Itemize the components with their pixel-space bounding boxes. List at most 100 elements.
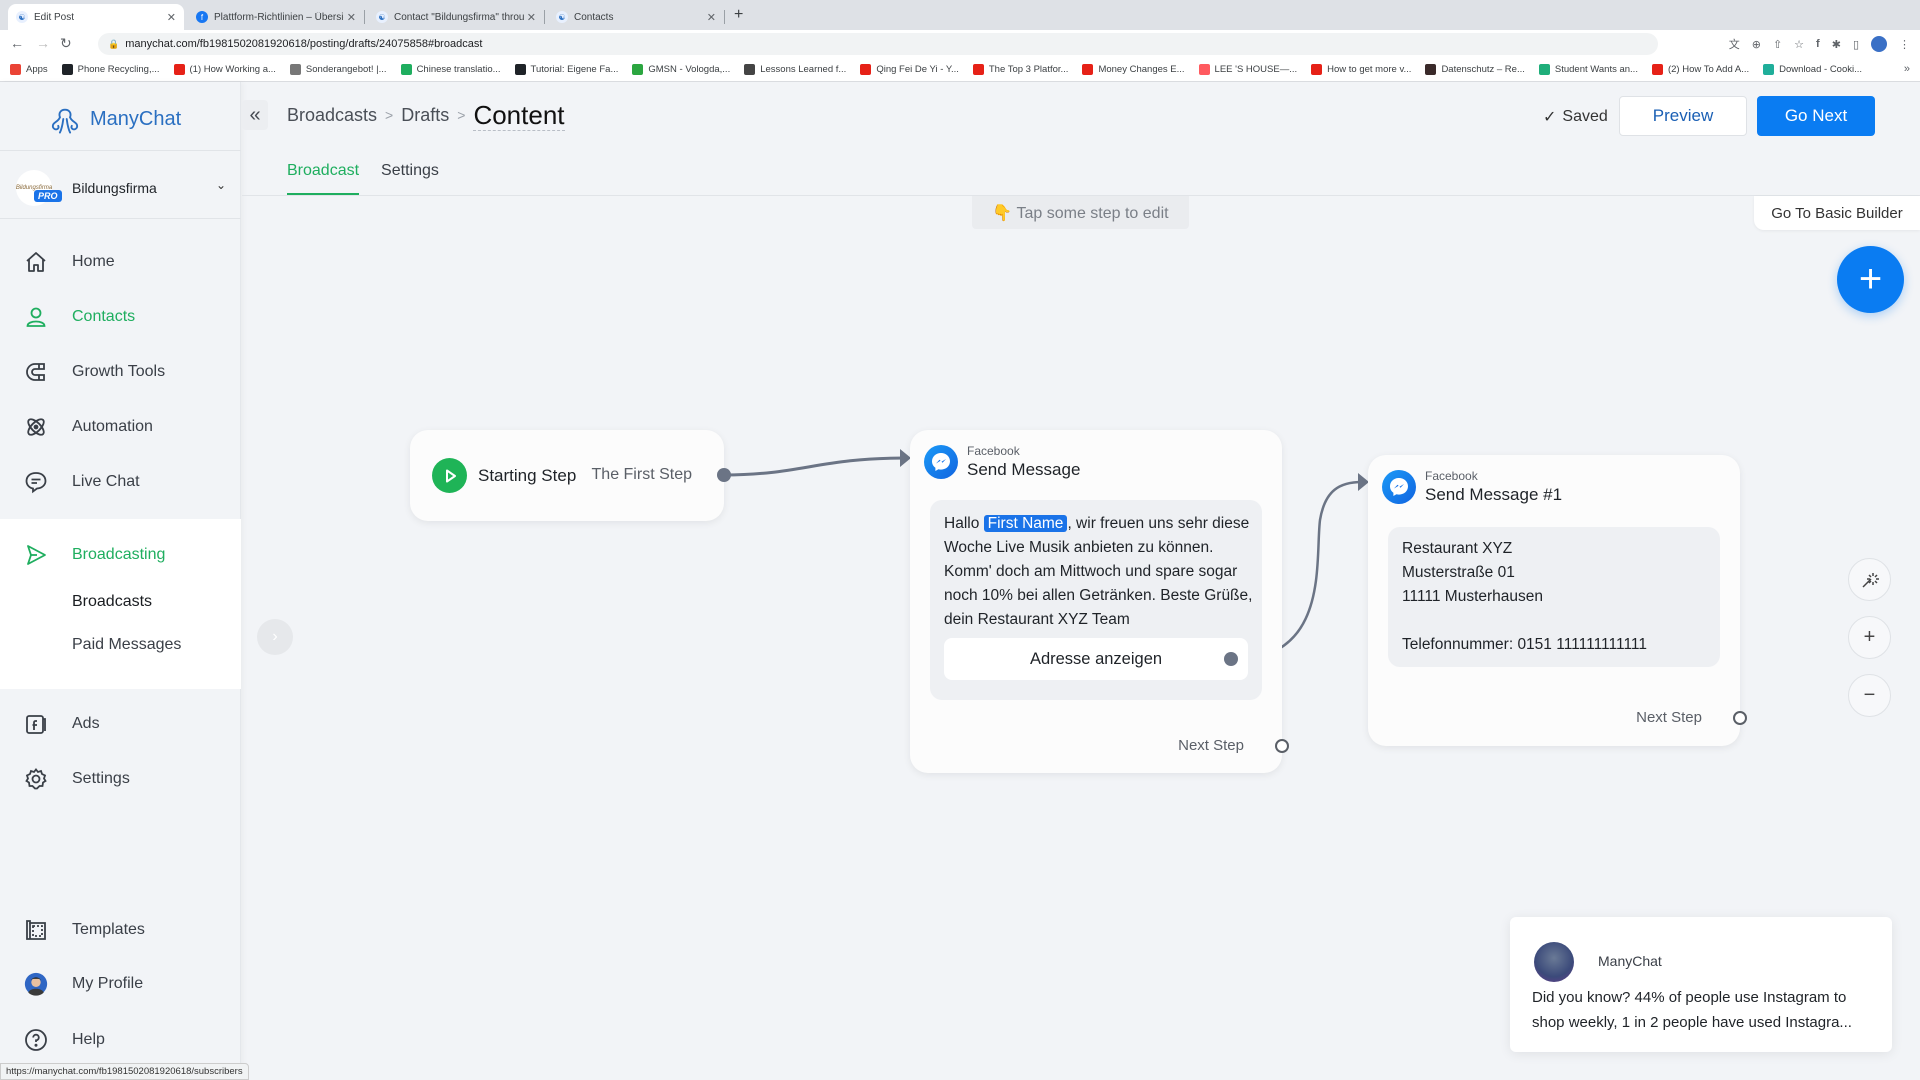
browser-tab-plattform-richtlinien[interactable]: f Plattform-Richtlinien – Übersic ✕ (188, 4, 365, 30)
go-next-button[interactable]: Go Next (1757, 96, 1875, 136)
bookmark-item[interactable]: Qing Fei De Yi - Y... (860, 64, 959, 75)
bookmark-item[interactable]: Tutorial: Eigene Fa... (514, 64, 618, 75)
help-icon (24, 1028, 48, 1052)
adresse-anzeigen-button[interactable]: Adresse anzeigen (944, 638, 1248, 680)
bookmark-item[interactable]: Phone Recycling,... (61, 64, 160, 75)
browser-tab-contact-bildungsfirma[interactable]: ☯ Contact "Bildungsfirma" throu ✕ (368, 4, 545, 30)
account-switcher[interactable]: Bildungsfirma PRO Bildungsfirma ⌄ (16, 168, 234, 208)
preview-button[interactable]: Preview (1619, 96, 1747, 136)
message-text-bubble[interactable]: Hallo First Name, wir freuen uns sehr di… (930, 500, 1262, 700)
sidebar-item-settings[interactable]: Settings (0, 759, 241, 799)
notification-popup[interactable]: ManyChat Did you know? 44% of people use… (1510, 917, 1892, 1052)
tab-broadcast[interactable]: Broadcast (287, 158, 360, 195)
close-tab-icon[interactable]: ✕ (527, 11, 536, 24)
manychat-logo[interactable]: ManyChat (48, 102, 181, 136)
sidebar-item-contacts[interactable]: Contacts (0, 297, 241, 337)
extensions-puzzle-icon[interactable]: ✱ (1832, 38, 1841, 51)
output-port[interactable] (717, 468, 731, 482)
bookmark-star-icon[interactable]: ☆ (1794, 38, 1804, 51)
message-text: Hallo First Name, wir freuen uns sehr di… (944, 512, 1254, 632)
sidebar-subitem-broadcasts[interactable]: Broadcasts (72, 593, 152, 611)
sidebar-item-templates[interactable]: Templates (0, 910, 241, 950)
bookmark-item[interactable]: (1) How Working a... (173, 64, 276, 75)
bookmark-item[interactable]: (2) How To Add A... (1651, 64, 1749, 75)
more-bookmarks-icon[interactable]: » (1904, 63, 1910, 75)
facebook-extension-icon[interactable]: f (1816, 38, 1820, 50)
sidebar-item-help[interactable]: Help (0, 1020, 241, 1060)
browser-profile-avatar[interactable] (1871, 36, 1887, 52)
back-icon[interactable]: ← (10, 35, 24, 51)
page-title[interactable]: Content (473, 100, 565, 131)
starting-step-node[interactable]: Starting Step The First Step (410, 430, 731, 521)
next-step-port[interactable] (1275, 739, 1289, 753)
chevron-down-icon: ⌄ (215, 178, 226, 192)
translate-icon[interactable]: 文 (1729, 36, 1740, 52)
next-step-port[interactable] (1733, 711, 1747, 725)
first-step-link[interactable]: The First Step (592, 466, 710, 484)
browser-tab-edit-post[interactable]: ☯ Edit Post ✕ (8, 4, 184, 30)
go-to-basic-builder-button[interactable]: Go To Basic Builder (1754, 196, 1920, 230)
saved-label: Saved (1562, 108, 1608, 125)
bookmark-item[interactable]: Sonderangebot! |... (289, 64, 387, 75)
zoom-out-button[interactable]: − (1848, 674, 1891, 717)
close-tab-icon[interactable]: ✕ (167, 11, 176, 24)
bookmark-item[interactable]: Datenschutz – Re... (1425, 64, 1525, 75)
button-output-port[interactable] (1224, 652, 1238, 666)
bookmark-item[interactable]: GMSN - Vologda,... (632, 64, 730, 75)
breadcrumb-broadcasts[interactable]: Broadcasts (287, 105, 377, 126)
browser-tab-contacts[interactable]: ☯ Contacts ✕ (548, 4, 725, 30)
close-tab-icon[interactable]: ✕ (707, 11, 716, 24)
message-platform: Facebook (967, 444, 1020, 458)
sidebar-item-label: Templates (72, 921, 145, 938)
zoom-icon[interactable]: ⊕ (1752, 38, 1761, 51)
forward-icon[interactable]: → (36, 35, 50, 51)
expand-panel-button[interactable]: › (257, 619, 293, 655)
bookmark-item[interactable]: Lessons Learned f... (744, 64, 846, 75)
notification-sender: ManyChat (1598, 953, 1662, 969)
bookmark-item[interactable]: Apps (10, 64, 48, 75)
bookmark-favicon-icon (1538, 64, 1550, 75)
send-message-node[interactable]: Facebook Send Message Hallo First Name, … (910, 430, 1289, 773)
share-icon[interactable]: ⇧ (1773, 38, 1782, 51)
bookmark-item[interactable]: Chinese translatio... (400, 64, 501, 75)
send-message-1-node[interactable]: Facebook Send Message #1 Restaurant XYZ … (1368, 455, 1747, 746)
add-step-button[interactable]: + (1837, 246, 1904, 313)
sidebar-item-my-profile[interactable]: My Profile (0, 964, 241, 1004)
browser-menu-icon[interactable]: ⋮ (1899, 38, 1910, 51)
bookmark-item[interactable]: How to get more v... (1311, 64, 1411, 75)
bookmark-item[interactable]: Student Wants an... (1538, 64, 1638, 75)
bookmark-favicon-icon (61, 64, 73, 75)
bookmark-label: Phone Recycling,... (77, 64, 160, 75)
sidebar-item-live-chat[interactable]: Live Chat (0, 462, 241, 502)
close-tab-icon[interactable]: ✕ (347, 11, 356, 24)
side-panel-icon[interactable]: ▯ (1853, 38, 1859, 51)
sidebar-item-growth-tools[interactable]: Growth Tools (0, 352, 241, 392)
bookmark-label: Money Changes E... (1098, 64, 1185, 75)
bookmark-item[interactable]: Download - Cooki... (1763, 64, 1862, 75)
breadcrumb-drafts[interactable]: Drafts (401, 105, 449, 126)
message-text-part: Hallo (944, 515, 984, 532)
connection-start-to-message (723, 456, 906, 477)
new-tab-button[interactable]: + (734, 6, 743, 24)
bookmark-favicon-icon (1198, 64, 1210, 75)
bookmark-item[interactable]: The Top 3 Platfor... (972, 64, 1068, 75)
chat-bubble-icon (24, 470, 48, 494)
bookmark-favicon-icon (514, 64, 526, 75)
sidebar-item-ads[interactable]: Ads (0, 704, 241, 744)
magic-wand-button[interactable] (1848, 558, 1891, 601)
bookmarks-bar: Apps Phone Recycling,... (1) How Working a… (0, 58, 1920, 82)
bookmark-item[interactable]: LEE 'S HOUSE—... (1198, 64, 1297, 75)
zoom-in-button[interactable]: + (1848, 616, 1891, 659)
bookmark-item[interactable]: Money Changes E... (1082, 64, 1185, 75)
collapse-sidebar-button[interactable]: « (242, 100, 268, 130)
message-line: Telefonnummer: 0151 111111111111 (1402, 636, 1648, 653)
tab-settings[interactable]: Settings (381, 158, 439, 195)
sidebar-item-broadcasting[interactable]: Broadcasting (0, 535, 241, 575)
message-text-bubble[interactable]: Restaurant XYZ Musterstraße 01 11111 Mus… (1388, 527, 1720, 667)
url-input[interactable]: 🔒 manychat.com/fb1981502081920618/postin… (98, 33, 1658, 55)
sidebar-item-automation[interactable]: Automation (0, 407, 241, 447)
reload-icon[interactable]: ↻ (60, 35, 72, 52)
play-icon (432, 458, 467, 493)
sidebar-item-home[interactable]: Home (0, 242, 241, 282)
sidebar-subitem-paid-messages[interactable]: Paid Messages (72, 636, 181, 654)
